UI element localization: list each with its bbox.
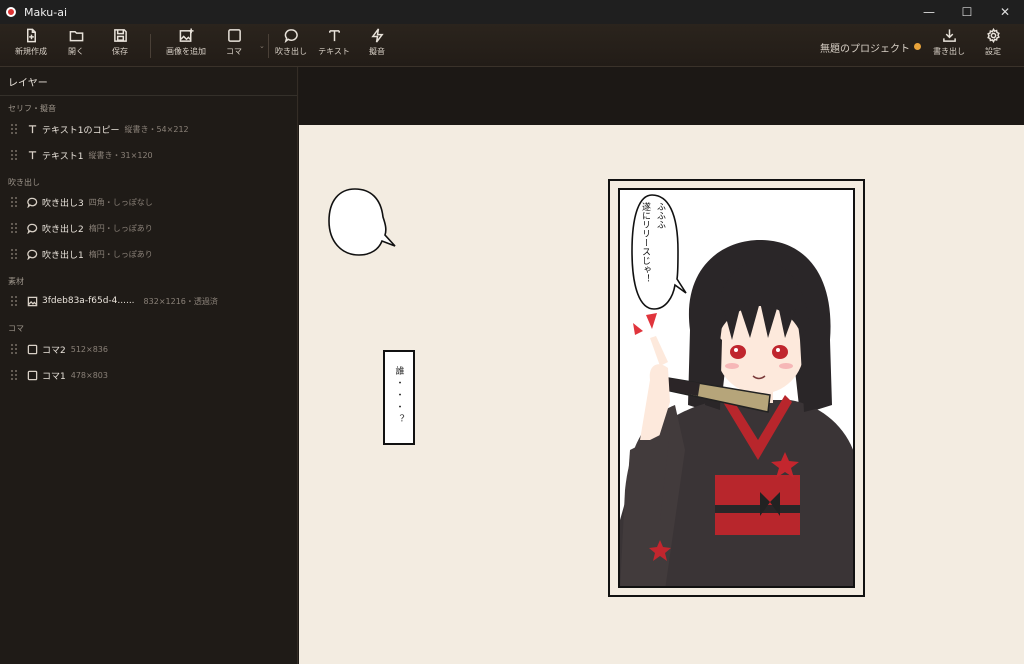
speech-text[interactable]: ふふふ 遂にリリースじゃ！ <box>639 202 666 302</box>
title-bar: Maku-ai — ☐ ✕ <box>0 0 1024 24</box>
manga-panel-inner[interactable]: ふふふ 遂にリリースじゃ！ <box>618 188 855 588</box>
panel-dropdown-icon[interactable]: ⌄ <box>259 42 265 50</box>
layer-item[interactable]: 3fdeb83a-f65d-4...... 832×1216・透過済 <box>0 290 297 312</box>
layer-item[interactable]: テキスト1のコピー 縦書き・54×212 <box>0 118 297 140</box>
group-label-panels: コマ <box>8 324 24 333</box>
text-icon <box>26 149 38 161</box>
add-image-icon <box>179 28 194 42</box>
layers-panel: レイヤー セリフ・擬音 テキスト1のコピー 縦書き・54×212 テキスト1 縦… <box>0 67 298 664</box>
layer-item[interactable]: 吹き出し3 四角・しっぽなし <box>0 191 297 213</box>
layer-meta: 四角・しっぽなし <box>88 197 153 207</box>
add-image-label: 画像を追加 <box>166 47 206 56</box>
save-label: 保存 <box>112 47 128 56</box>
layer-item[interactable]: 吹き出し2 楕円・しっぽあり <box>0 217 297 239</box>
toolbar: 新規作成 開く 保存 画像を追加 コマ ⌄ 吹き出し テキスト 擬音 無題のプロ… <box>0 24 1024 67</box>
layer-item[interactable]: テキスト1 縦書き・31×120 <box>0 144 297 166</box>
drag-handle-icon[interactable] <box>11 197 17 207</box>
manga-panel-outer[interactable]: ふふふ 遂にリリースじゃ！ <box>608 179 865 597</box>
add-image-button[interactable]: 画像を追加 <box>164 28 208 64</box>
new-label: 新規作成 <box>15 47 47 56</box>
folder-icon <box>69 31 83 42</box>
vertical-text: 誰・・・？ <box>393 366 404 426</box>
lightning-icon <box>370 28 384 43</box>
window-title: Maku-ai <box>24 5 68 19</box>
layer-name: 吹き出し1 <box>42 250 84 261</box>
toolbar-divider <box>150 34 151 58</box>
layer-meta: 832×1216・透過済 <box>143 296 218 306</box>
speech-line: 遂にリリースじゃ！ <box>640 202 650 283</box>
layer-meta: 512×836 <box>70 344 108 354</box>
text-icon <box>26 123 38 135</box>
minimize-button[interactable]: — <box>910 0 948 24</box>
speech-bubble-icon <box>284 29 298 43</box>
speech-bubble[interactable] <box>327 187 397 262</box>
sfx-button[interactable]: 擬音 <box>366 28 388 64</box>
image-icon <box>26 295 38 307</box>
speech-bubble-icon <box>26 222 38 234</box>
layer-item[interactable]: コマ1 478×803 <box>0 364 297 386</box>
export-button[interactable]: 書き出し <box>933 28 965 64</box>
layer-meta: 楕円・しっぽあり <box>88 223 153 233</box>
layer-meta: 478×803 <box>70 370 108 380</box>
drag-handle-icon[interactable] <box>11 150 17 160</box>
toolbar-divider <box>268 34 269 58</box>
text-icon <box>328 30 340 42</box>
layer-meta: 楕円・しっぽあり <box>88 249 153 259</box>
workspace: 誰・・・？ ふふふ 遂にリリースじゃ！ <box>299 67 1024 664</box>
export-label: 書き出し <box>933 47 965 56</box>
layer-name: コマ1 <box>42 371 66 382</box>
layer-item[interactable]: 吹き出し1 楕円・しっぽあり <box>0 243 297 265</box>
close-button[interactable]: ✕ <box>986 0 1024 24</box>
vertical-text-box[interactable]: 誰・・・？ <box>383 350 415 445</box>
project-name: 無題のプロジェクト <box>820 44 910 55</box>
settings-label: 設定 <box>985 47 1001 56</box>
open-label: 開く <box>68 47 84 56</box>
layer-name: コマ2 <box>42 345 66 356</box>
maximize-button[interactable]: ☐ <box>948 0 986 24</box>
layer-item[interactable]: コマ2 512×836 <box>0 338 297 360</box>
window-controls: — ☐ ✕ <box>910 0 1024 24</box>
sfx-label: 擬音 <box>369 47 385 56</box>
text-button[interactable]: テキスト <box>318 28 350 64</box>
layer-name: 3fdeb83a-f65d-4...... <box>42 296 135 306</box>
layer-name: テキスト1のコピー <box>42 125 120 136</box>
speech-line: ふふふ <box>655 202 665 229</box>
drag-handle-icon[interactable] <box>11 124 17 134</box>
app-logo-icon <box>6 7 16 17</box>
gear-icon <box>986 28 1000 43</box>
open-button[interactable]: 開く <box>64 28 88 64</box>
speech-bubble-icon <box>26 196 38 208</box>
new-button[interactable]: 新規作成 <box>14 28 48 64</box>
group-label-bubbles: 吹き出し <box>8 178 40 187</box>
panel-button[interactable]: コマ <box>222 28 246 64</box>
drag-handle-icon[interactable] <box>11 249 17 259</box>
download-icon <box>942 29 956 42</box>
drag-handle-icon[interactable] <box>11 296 17 306</box>
save-button[interactable]: 保存 <box>108 28 132 64</box>
speech-bubble-icon <box>26 248 38 260</box>
bubble-button[interactable]: 吹き出し <box>275 28 307 64</box>
panel-label: コマ <box>226 47 242 56</box>
drag-handle-icon[interactable] <box>11 223 17 233</box>
square-icon <box>26 343 38 355</box>
layers-title: レイヤー <box>0 67 297 96</box>
square-icon <box>26 369 38 381</box>
group-label-materials: 素材 <box>8 277 24 286</box>
group-label-text: セリフ・擬音 <box>8 104 56 113</box>
layer-name: 吹き出し3 <box>42 198 84 209</box>
manga-page[interactable]: 誰・・・？ ふふふ 遂にリリースじゃ！ <box>299 125 1024 664</box>
layer-name: 吹き出し2 <box>42 224 84 235</box>
unsaved-indicator-icon <box>914 43 921 50</box>
text-label: テキスト <box>318 47 350 56</box>
drag-handle-icon[interactable] <box>11 344 17 354</box>
save-icon <box>113 29 127 42</box>
settings-button[interactable]: 設定 <box>982 28 1004 64</box>
drag-handle-icon[interactable] <box>11 370 17 380</box>
layer-meta: 縦書き・54×212 <box>124 124 189 134</box>
square-icon <box>227 29 241 42</box>
layer-meta: 縦書き・31×120 <box>88 150 153 160</box>
layer-name: テキスト1 <box>42 151 84 162</box>
bubble-label: 吹き出し <box>275 47 307 56</box>
new-file-icon <box>26 28 36 43</box>
